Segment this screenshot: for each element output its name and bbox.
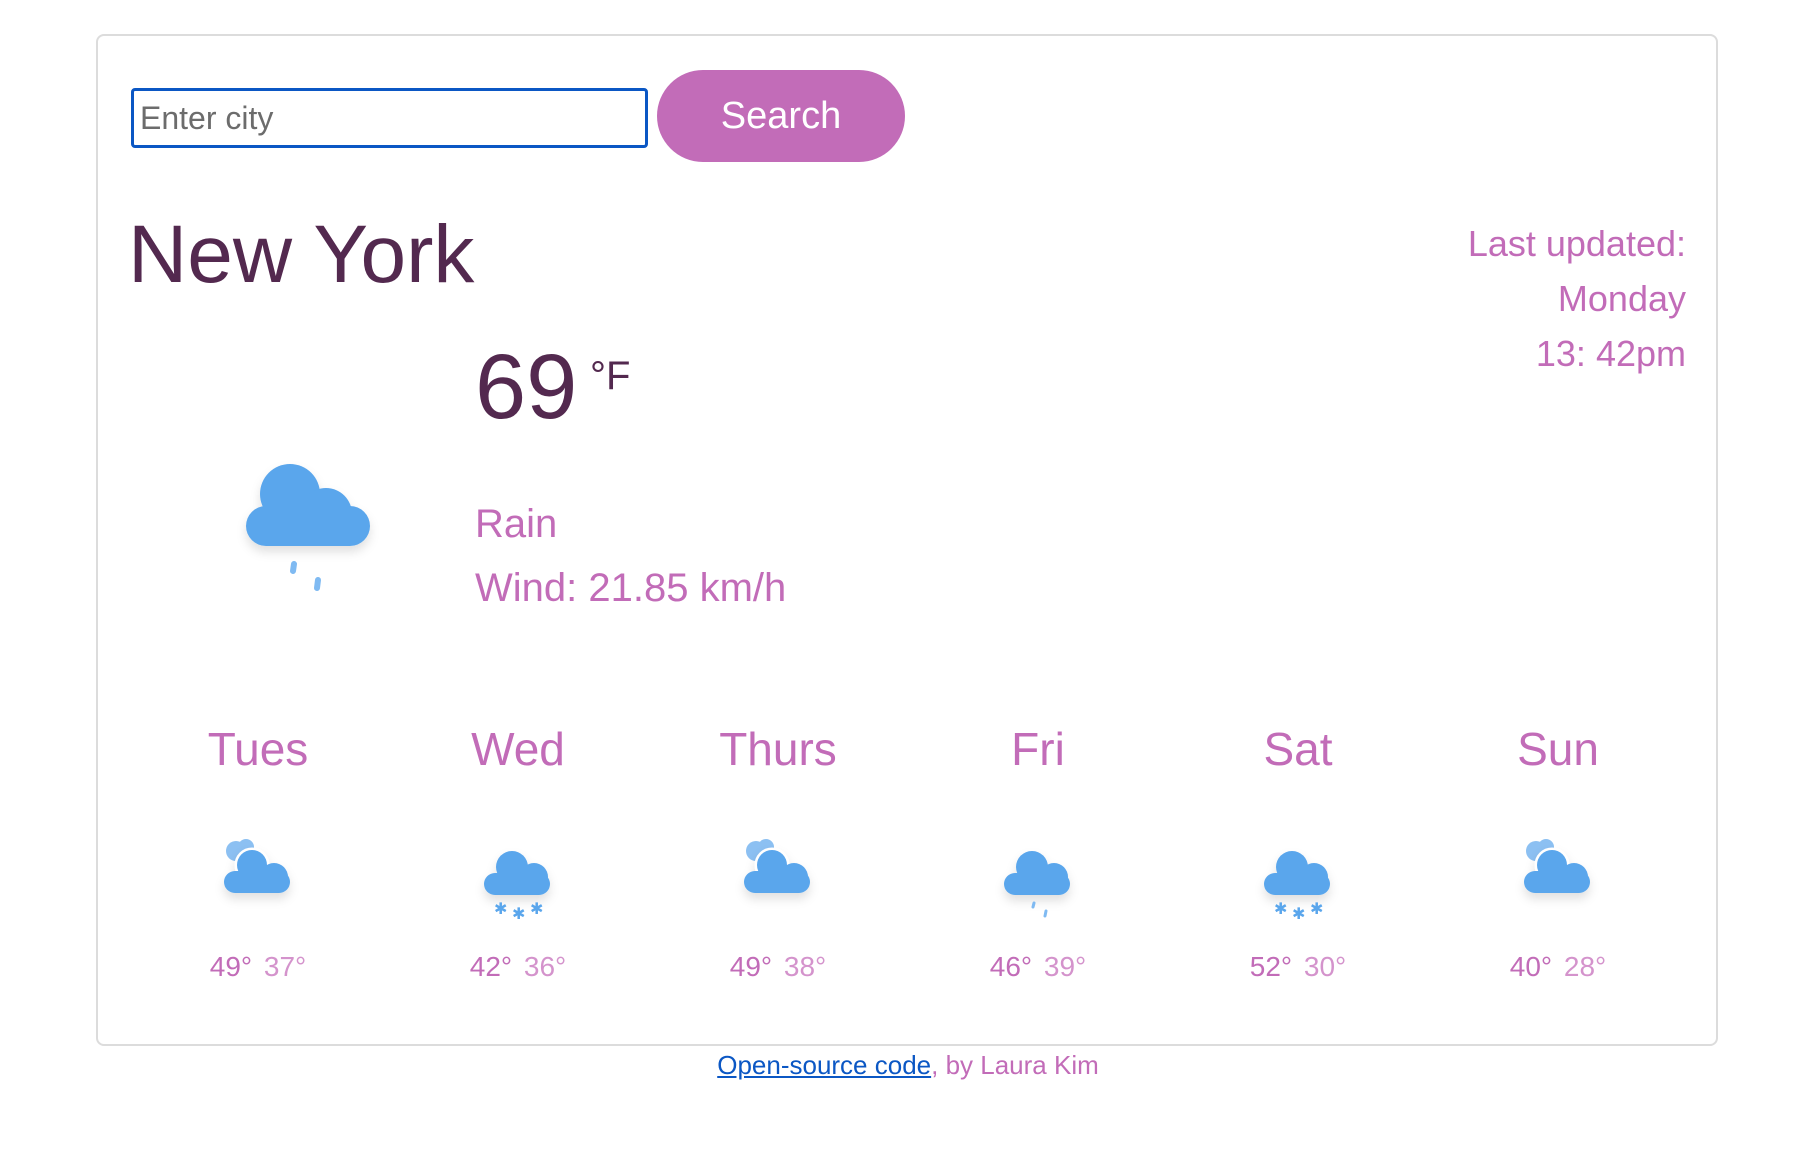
partly-cloudy-icon (744, 839, 810, 893)
rain-icon (246, 464, 370, 591)
svg-text:✱: ✱ (530, 899, 543, 918)
weather-card: Search New York Last updated: Monday 13:… (96, 34, 1718, 1046)
forecast-day: Sun 40° 28° (1428, 721, 1688, 987)
forecast-min-temp: 39° (1043, 951, 1087, 982)
city-name: New York (128, 209, 475, 300)
open-source-link[interactable]: Open-source code (717, 1050, 931, 1080)
forecast-min-temp: 37° (263, 951, 307, 982)
weather-description: Rain (475, 502, 558, 546)
svg-text:✱: ✱ (1310, 899, 1323, 918)
forecast-day: Sat ✱ ✱ ✱ 52° 30° (1168, 721, 1428, 987)
last-updated-time: 13: 42pm (1535, 333, 1686, 374)
forecast-day-name: Tues (207, 723, 309, 775)
search-button[interactable]: Search (657, 70, 905, 162)
forecast-day: Wed ✱ ✱ ✱ 42° 36° (388, 721, 648, 987)
svg-text:✱: ✱ (494, 899, 507, 918)
wind-speed: Wind: 21.85 km/h (475, 566, 787, 610)
last-updated-label: Last updated: (1467, 223, 1686, 264)
partly-cloudy-icon (1524, 839, 1590, 893)
forecast-min-temp: 38° (783, 951, 827, 982)
forecast-max-temp: 42° (469, 951, 513, 982)
forecast-day-name: Fri (1011, 723, 1065, 775)
rain-icon (1004, 851, 1070, 918)
forecast-day: Fri 46° 39° (908, 721, 1168, 987)
forecast-day-name: Thurs (719, 723, 837, 775)
forecast-max-temp: 49° (209, 951, 253, 982)
partly-cloudy-icon (224, 839, 290, 893)
temperature-unit[interactable]: °F (590, 356, 630, 396)
city-search-input[interactable] (131, 88, 648, 148)
snow-icon: ✱ ✱ ✱ (1264, 851, 1330, 921)
forecast-temps: 52° 30° (1168, 947, 1428, 987)
current-temperature: 69 (475, 336, 578, 438)
forecast-day: Tues 49° 37° (128, 721, 388, 987)
forecast-day-name: Sun (1517, 723, 1599, 775)
forecast-temps: 40° 28° (1428, 947, 1688, 987)
forecast-day: Thurs 49° 38° (648, 721, 908, 987)
forecast-row: Tues 49° 37° Wed ✱ ✱ ✱ 42° 36° Thurs 49°… (128, 721, 1688, 987)
forecast-temps: 46° 39° (908, 947, 1168, 987)
svg-text:✱: ✱ (512, 904, 525, 921)
forecast-day-name: Wed (471, 723, 565, 775)
forecast-max-temp: 46° (989, 951, 1033, 982)
last-updated: Last updated: Monday 13: 42pm (1468, 216, 1686, 381)
forecast-day-name: Sat (1263, 723, 1333, 775)
last-updated-day: Monday (1557, 278, 1686, 319)
forecast-temps: 49° 37° (128, 947, 388, 987)
forecast-max-temp: 49° (729, 951, 773, 982)
forecast-max-temp: 52° (1249, 951, 1293, 982)
forecast-min-temp: 28° (1563, 951, 1607, 982)
svg-text:✱: ✱ (1292, 904, 1305, 921)
forecast-min-temp: 36° (523, 951, 567, 982)
footer: Open-source code, by Laura Kim (0, 1050, 1816, 1081)
svg-text:✱: ✱ (1274, 899, 1287, 918)
snow-icon: ✱ ✱ ✱ (484, 851, 550, 921)
forecast-temps: 42° 36° (388, 947, 648, 987)
forecast-max-temp: 40° (1509, 951, 1553, 982)
forecast-min-temp: 30° (1303, 951, 1347, 982)
forecast-temps: 49° 38° (648, 947, 908, 987)
footer-credit: , by Laura Kim (931, 1050, 1099, 1080)
